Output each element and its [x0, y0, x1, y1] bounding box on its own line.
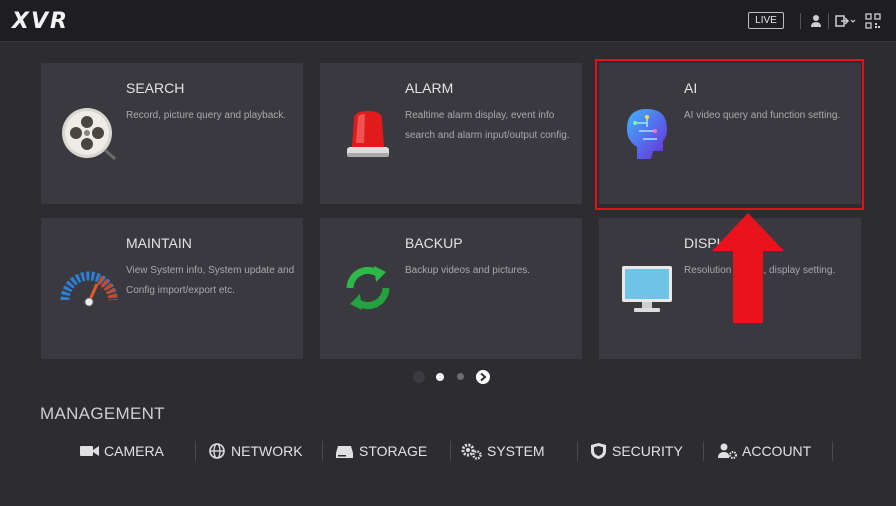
- management-label: STORAGE: [359, 443, 428, 459]
- storage-drive-icon: [336, 445, 353, 458]
- management-network[interactable]: NETWORK: [208, 441, 303, 461]
- camera-icon: [80, 446, 99, 456]
- tile-description: Record, picture query and playback.: [126, 110, 287, 121]
- tile-title: BACKUP: [405, 235, 463, 251]
- divider: [832, 441, 833, 461]
- divider: [322, 441, 323, 461]
- top-bar: XVR LIVE: [0, 0, 896, 42]
- tile-search[interactable]: SEARCH Record, picture query and playbac…: [41, 63, 303, 204]
- tile-backup[interactable]: BACKUP Backup videos and pictures.: [320, 218, 582, 359]
- logout-icon[interactable]: [835, 13, 857, 29]
- tile-title: MAINTAIN: [126, 235, 192, 251]
- page-dot[interactable]: [457, 373, 464, 380]
- tile-maintain[interactable]: MAINTAIN View System info, System update…: [41, 218, 303, 359]
- red-arrow-icon: [712, 213, 784, 323]
- tile-title: ALARM: [405, 80, 454, 96]
- tile-alarm[interactable]: ALARM Realtime alarm display, event info…: [320, 63, 582, 204]
- divider: [800, 13, 801, 29]
- divider: [577, 441, 578, 461]
- management-security[interactable]: SECURITY: [590, 441, 683, 461]
- gauge-icon: [60, 271, 118, 307]
- user-gear-icon: [718, 443, 737, 459]
- divider: [703, 441, 704, 461]
- management-camera[interactable]: CAMERA: [80, 441, 164, 461]
- app-logo: XVR: [12, 9, 69, 34]
- chevron-left-icon[interactable]: [412, 370, 426, 384]
- divider: [828, 13, 829, 29]
- management-label: SECURITY: [612, 443, 683, 459]
- tile-description: View System info, System update and Conf…: [126, 265, 295, 296]
- management-storage[interactable]: STORAGE: [335, 441, 427, 461]
- chevron-right-icon[interactable]: [476, 370, 490, 384]
- user-icon[interactable]: [808, 13, 824, 29]
- ai-highlight-box: [595, 59, 864, 210]
- management-label: CAMERA: [104, 443, 164, 459]
- divider: [195, 441, 196, 461]
- live-button[interactable]: LIVE: [748, 12, 784, 29]
- tile-description: Backup videos and pictures.: [405, 265, 531, 276]
- shield-icon: [591, 443, 606, 459]
- management-account[interactable]: ACCOUNT: [718, 441, 811, 461]
- sync-arrows-icon: [346, 266, 390, 310]
- management-label: SYSTEM: [487, 443, 545, 459]
- tile-title: SEARCH: [126, 80, 185, 96]
- tile-description: Realtime alarm display, event info searc…: [405, 110, 570, 141]
- network-globe-icon: [209, 443, 225, 459]
- qr-code-icon[interactable]: [865, 13, 881, 29]
- management-label: NETWORK: [231, 443, 303, 459]
- page-dot-active[interactable]: [436, 373, 444, 381]
- management-label: ACCOUNT: [742, 443, 812, 459]
- divider: [450, 441, 451, 461]
- management-title: MANAGEMENT: [40, 404, 165, 423]
- monitor-icon: [622, 266, 672, 312]
- siren-icon: [347, 111, 389, 157]
- management-system[interactable]: SYSTEM: [460, 441, 545, 461]
- film-reel-search-icon: [62, 108, 117, 161]
- gears-icon: [461, 443, 482, 460]
